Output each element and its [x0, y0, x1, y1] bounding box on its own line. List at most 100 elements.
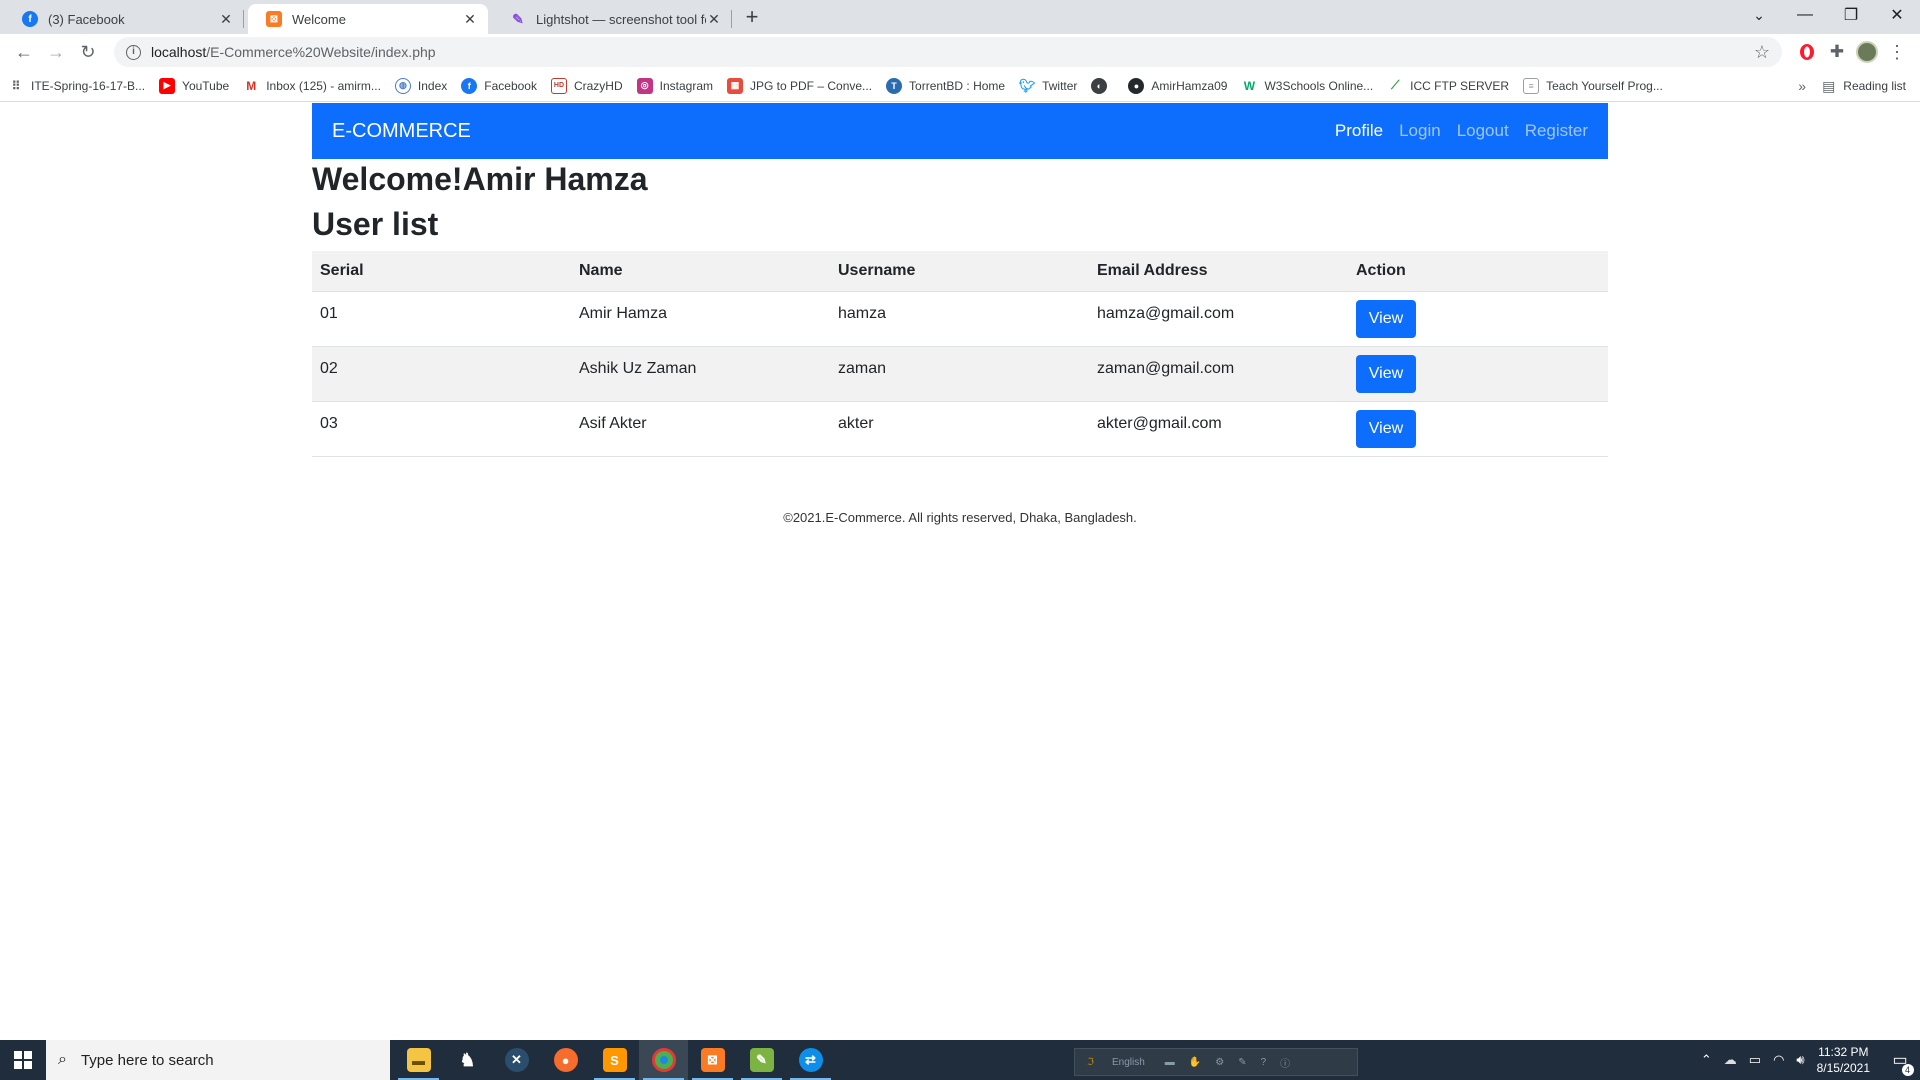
view-button[interactable]: View	[1356, 354, 1416, 393]
taskbar-sublime-text[interactable]: S	[590, 1040, 639, 1080]
volume-icon[interactable]: 🔊︎	[1796, 1052, 1804, 1068]
welcome-user-name: Amir Hamza	[462, 161, 648, 197]
taskbar-app-4[interactable]: ●	[541, 1040, 590, 1080]
chrome-icon	[651, 1048, 676, 1072]
bookmark-teach-yourself[interactable]: ≡ Teach Yourself Prog...	[1523, 77, 1663, 94]
info-icon[interactable]: i	[126, 44, 141, 60]
notification-center-icon[interactable]: ▭ 4	[1880, 1040, 1920, 1080]
bookmark-facebook[interactable]: f Facebook	[461, 77, 537, 94]
bookmark-label: TorrentBD : Home	[909, 78, 1006, 93]
new-tab-button[interactable]: +	[738, 4, 766, 32]
chevron-up-icon[interactable]: ⌃	[1701, 1052, 1712, 1068]
bookmark-index[interactable]: ◍ Index	[394, 77, 447, 94]
user-list-title: User list	[312, 206, 439, 242]
extensions-puzzle-icon[interactable]: ✚	[1822, 37, 1852, 67]
reading-list-label[interactable]: Reading list	[1843, 79, 1906, 93]
close-icon[interactable]: ✕	[218, 11, 234, 27]
search-placeholder: Type here to search	[80, 1051, 214, 1069]
x-app-icon: ✕	[504, 1048, 529, 1072]
xampp-icon: ⊠	[700, 1048, 725, 1072]
bookmark-ite-spring[interactable]: ⠿ ITE-Spring-16-17-B...	[8, 78, 145, 94]
clock[interactable]: 11:32 PM 8/15/2021	[1817, 1044, 1870, 1076]
taskbar-xampp[interactable]: ⊠	[688, 1040, 737, 1080]
bookmark-torrentbd[interactable]: T TorrentBD : Home	[886, 77, 1006, 94]
back-button[interactable]: ←	[8, 36, 40, 68]
minimize-icon[interactable]: —	[1782, 6, 1828, 24]
taskbar-chrome[interactable]	[639, 1040, 688, 1080]
notification-count: 4	[1901, 1064, 1914, 1076]
bookmark-world[interactable]: ◐	[1091, 77, 1114, 94]
nav-logout-link[interactable]: Logout	[1457, 121, 1509, 141]
opera-extension-icon[interactable]	[1792, 37, 1822, 67]
github-icon: ●	[1128, 77, 1145, 94]
cell-email: hamza@gmail.com	[1089, 291, 1348, 347]
restore-icon[interactable]: ❐	[1828, 5, 1874, 25]
more-bookmarks-icon[interactable]: »	[1798, 78, 1806, 94]
nav-profile-link[interactable]: Profile	[1335, 121, 1383, 141]
bookmark-label: ICC FTP SERVER	[1410, 78, 1510, 93]
url-text[interactable]: localhost/E-Commerce%20Website/index.php	[151, 44, 1754, 60]
cell-username: akter	[830, 401, 1089, 457]
cell-username: zaman	[830, 346, 1089, 402]
bookmark-w3schools[interactable]: W W3Schools Online...	[1241, 78, 1373, 94]
tab-facebook[interactable]: f (3) Facebook ✕	[4, 4, 244, 34]
address-bar[interactable]: i localhost/E-Commerce%20Website/index.p…	[114, 37, 1782, 67]
bookmark-github[interactable]: ● AmirHamza09	[1128, 77, 1228, 94]
cell-name: Ashik Uz Zaman	[571, 346, 830, 402]
language-bar[interactable]: ℑ English ▬ ✋ ⚙ ✎ ? ⓘ	[1074, 1048, 1358, 1076]
bookmark-label: AmirHamza09	[1151, 78, 1228, 93]
bookmark-gmail[interactable]: M Inbox (125) - amirm...	[243, 78, 381, 94]
taskbar-file-explorer[interactable]: ▬	[394, 1040, 443, 1080]
taskbar-app-2[interactable]: ♞	[443, 1040, 492, 1080]
taskbar-app-3[interactable]: ✕	[492, 1040, 541, 1080]
tab-search-icon[interactable]: ⌄	[1736, 7, 1782, 24]
cloud-icon[interactable]: ☁	[1724, 1052, 1737, 1068]
bookmark-label: Instagram	[659, 78, 713, 93]
taskbar-notepad[interactable]: ✎	[737, 1040, 786, 1080]
reload-button[interactable]: ↻	[72, 36, 104, 68]
close-window-icon[interactable]: ✕	[1874, 5, 1920, 25]
bookmark-label: Inbox (125) - amirm...	[266, 78, 381, 93]
bookmark-label: YouTube	[182, 78, 230, 93]
brand-link[interactable]: E-COMMERCE	[332, 120, 471, 143]
forward-button[interactable]: →	[40, 36, 72, 68]
reading-list-icon[interactable]: ▤	[1822, 78, 1835, 95]
bookmark-star-icon[interactable]: ☆	[1754, 42, 1770, 63]
menu-dots-icon[interactable]: ⋮	[1882, 37, 1912, 67]
bookmark-icc-ftp[interactable]: ⟋ ICC FTP SERVER	[1387, 78, 1509, 94]
taskbar-teamviewer[interactable]: ⇄	[786, 1040, 835, 1080]
bookmark-label: JPG to PDF – Conve...	[750, 78, 873, 93]
bookmark-crazyhd[interactable]: HD CrazyHD	[550, 77, 623, 94]
table-row: 03 Asif Akter akter akter@gmail.com View	[312, 401, 1608, 457]
windows-start-icon[interactable]	[0, 1040, 46, 1080]
tab-welcome[interactable]: ⊠ Welcome ✕	[248, 4, 488, 34]
profile-avatar[interactable]	[1852, 37, 1882, 67]
bookmark-label: CrazyHD	[573, 78, 623, 93]
table-row: 02 Ashik Uz Zaman zaman zaman@gmail.com …	[312, 346, 1608, 402]
bookmarks-bar: ⠿ ITE-Spring-16-17-B... ▶ YouTube M Inbox (…	[0, 70, 1920, 102]
browser-toolbar: ← → ↻ i localhost/E-Commerce%20Website/i…	[0, 34, 1920, 70]
apps-icon: ⠿	[11, 78, 21, 93]
page-viewport: E-COMMERCE Profile Login Logout Register…	[0, 103, 1920, 1039]
taskbar-search-box[interactable]: ⌕ Type here to search	[46, 1040, 390, 1080]
header-email: Email Address	[1089, 251, 1348, 292]
bookmark-twitter[interactable]: 🐦︎ Twitter	[1019, 78, 1078, 94]
view-button[interactable]: View	[1356, 409, 1416, 448]
pen-icon: ✎	[1238, 1056, 1247, 1068]
hd-icon: HD	[550, 77, 567, 94]
page-icon: ≡	[1523, 77, 1540, 94]
nav-login-link[interactable]: Login	[1399, 121, 1441, 141]
welcome-prefix: Welcome!	[312, 161, 463, 197]
bookmark-youtube[interactable]: ▶ YouTube	[159, 77, 230, 94]
tab-lightshot[interactable]: ✎ Lightshot — screenshot tool for M ✕	[492, 4, 732, 34]
view-button[interactable]: View	[1356, 299, 1416, 338]
bookmark-jpg-to-pdf[interactable]: ▦ JPG to PDF – Conve...	[727, 77, 873, 94]
battery-icon[interactable]: ▭	[1749, 1052, 1761, 1068]
close-icon[interactable]: ✕	[706, 11, 722, 27]
close-icon[interactable]: ✕	[462, 11, 478, 27]
cell-serial: 03	[312, 401, 571, 457]
nav-register-link[interactable]: Register	[1525, 121, 1588, 141]
pdf-icon: ▦	[727, 77, 743, 94]
bookmark-instagram[interactable]: ◎ Instagram	[636, 77, 713, 94]
wifi-icon[interactable]: ◠	[1773, 1052, 1784, 1068]
